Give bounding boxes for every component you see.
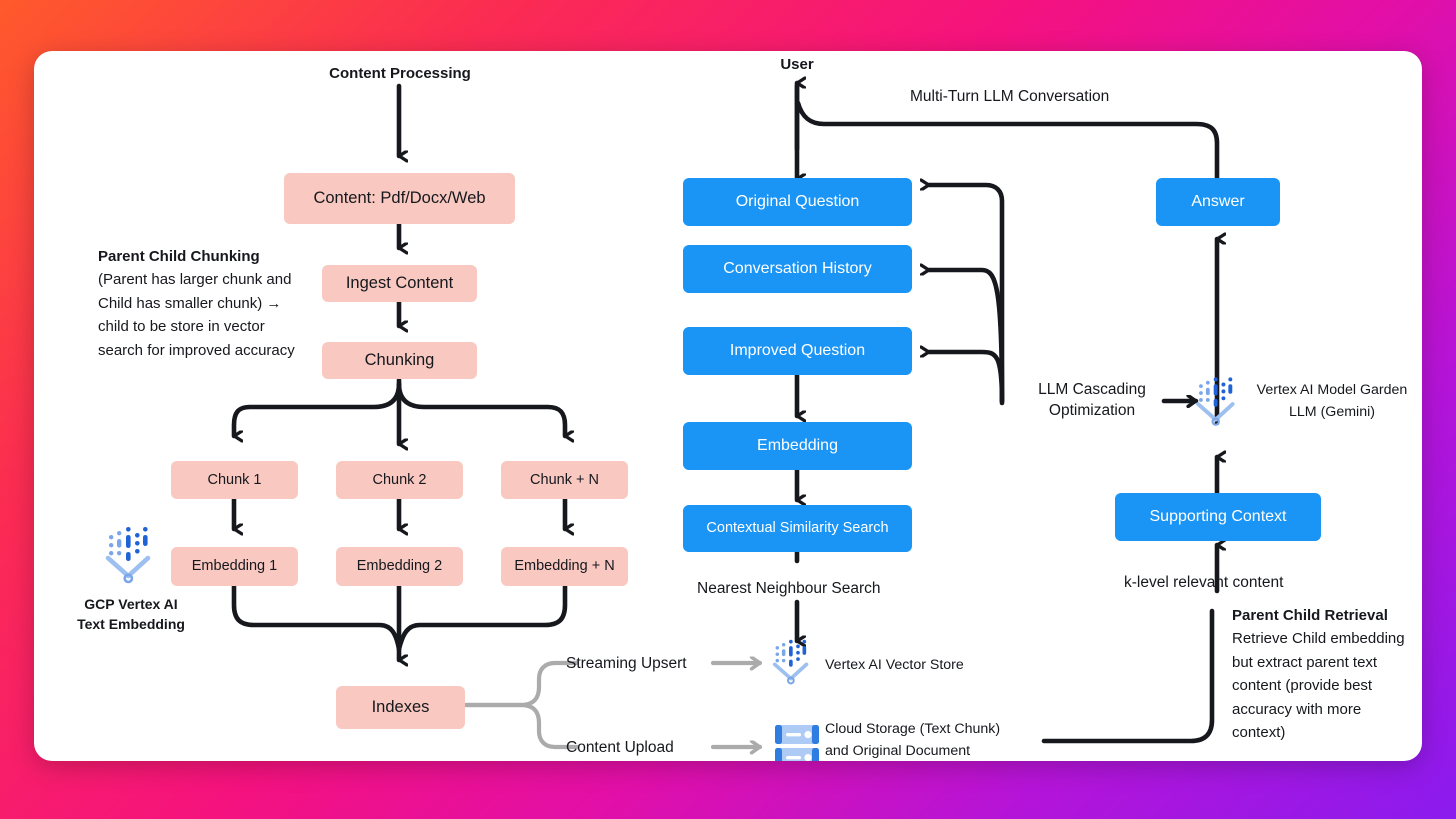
- vertex-ai-icon: [1193, 374, 1243, 429]
- model-garden-line1: Vertex AI Model Garden: [1256, 382, 1408, 398]
- gcp-vertex-embedding-line2: Text Embedding: [77, 616, 185, 633]
- model-garden-line2: LLM (Gemini): [1289, 404, 1375, 420]
- parent-child-chunking-body: (Parent has larger chunk and Child has s…: [98, 271, 295, 359]
- parent-child-retrieval-title: Parent Child Retrieval: [1232, 607, 1388, 624]
- cloud-storage-line1: Cloud Storage (Text Chunk): [825, 721, 1001, 737]
- node-content-source[interactable]: Content: Pdf/Docx/Web: [284, 173, 515, 224]
- llm-cascading-line1: LLM Cascading: [1038, 381, 1146, 398]
- llm-cascading-line2: Optimization: [1048, 401, 1136, 419]
- node-embedding-n[interactable]: Embedding + N: [501, 547, 628, 586]
- node-improved-question[interactable]: Improved Question: [683, 327, 912, 375]
- branch-label-streaming-upsert: Streaming Upsert: [566, 655, 687, 672]
- content-processing-title: Content Processing: [329, 65, 471, 82]
- gcp-vertex-embedding-label: GCP Vertex AI Text Embedding: [48, 594, 214, 635]
- node-query-embedding[interactable]: Embedding: [683, 422, 912, 470]
- node-chunk-2[interactable]: Chunk 2: [336, 461, 463, 499]
- vertex-ai-icon: [770, 637, 816, 687]
- branch-label-content-upload: Content Upload: [566, 739, 674, 756]
- cloud-storage-line2: and Original Document: [825, 743, 971, 760]
- cloud-storage-icon: [773, 723, 821, 761]
- vertex-ai-model-garden-label: Vertex AI Model Garden LLM (Gemini): [1247, 379, 1417, 423]
- node-conversation-history[interactable]: Conversation History: [683, 245, 912, 293]
- vertex-ai-icon: [102, 524, 160, 586]
- node-supporting-context[interactable]: Supporting Context: [1115, 493, 1321, 541]
- node-original-question[interactable]: Original Question: [683, 178, 912, 226]
- user-label: User: [780, 56, 814, 73]
- node-ingest-content[interactable]: Ingest Content: [322, 265, 477, 302]
- node-embedding-2[interactable]: Embedding 2: [336, 547, 463, 586]
- llm-cascading-optimization-label: LLM Cascading Optimization: [1018, 381, 1166, 420]
- node-chunking[interactable]: Chunking: [322, 342, 477, 379]
- nearest-neighbour-search-label: Nearest Neighbour Search: [697, 580, 881, 597]
- node-chunk-1[interactable]: Chunk 1: [171, 461, 298, 499]
- node-chunk-n[interactable]: Chunk + N: [501, 461, 628, 499]
- multi-turn-conversation-label: Multi-Turn LLM Conversation: [910, 88, 1110, 105]
- diagram-card: Content Processing Content: Pdf/Docx/Web…: [34, 51, 1422, 761]
- parent-child-chunking-title: Parent Child Chunking: [98, 248, 260, 265]
- vertex-ai-vector-store-label: Vertex AI Vector Store: [825, 657, 964, 673]
- node-embedding-1[interactable]: Embedding 1: [171, 547, 298, 586]
- parent-child-retrieval-note: Parent Child Retrieval Retrieve Child em…: [1232, 604, 1414, 744]
- cloud-storage-label: Cloud Storage (Text Chunk) and Original …: [825, 718, 1000, 761]
- node-contextual-similarity-search[interactable]: Contextual Similarity Search: [683, 505, 912, 552]
- gcp-vertex-embedding-line1: GCP Vertex AI: [84, 596, 178, 612]
- node-answer[interactable]: Answer: [1156, 178, 1280, 226]
- parent-child-retrieval-body: Retrieve Child embedding but extract par…: [1232, 630, 1405, 741]
- parent-child-chunking-note: Parent Child Chunking (Parent has larger…: [98, 245, 308, 362]
- node-indexes[interactable]: Indexes: [336, 686, 465, 729]
- k-level-relevant-content-label: k-level relevant content: [1124, 574, 1284, 591]
